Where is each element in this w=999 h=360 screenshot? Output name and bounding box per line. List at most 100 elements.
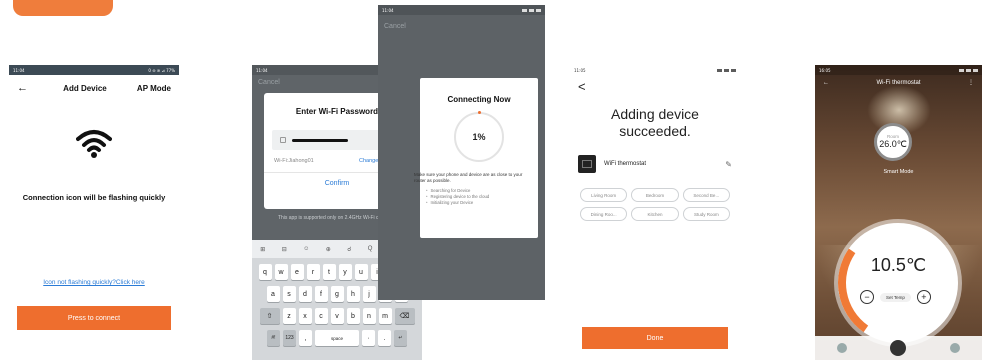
set-temp-label: Set Temp: [880, 292, 911, 302]
device-name: WiFi thermostat: [604, 161, 647, 167]
screenshot-canvas: 11:04 0 ⊖ ≋ ⊿ 77% ← Add Device AP Mode C…: [0, 0, 999, 360]
connecting-steps: Searching for Device Registering device …: [426, 188, 538, 206]
key[interactable]: a: [266, 286, 280, 302]
key[interactable]: n: [362, 308, 376, 324]
page-title: Add Device: [63, 83, 107, 93]
phone-connecting: 11:04 Cancel Connecting Now 1% Make sure…: [378, 5, 545, 300]
back-arrow-icon[interactable]: ←: [823, 80, 829, 86]
back-chevron-icon[interactable]: <: [570, 75, 740, 97]
enter-key[interactable]: ↵: [394, 330, 407, 346]
key[interactable]: d: [298, 286, 312, 302]
room-chip[interactable]: Living Room: [580, 188, 628, 202]
grid-icon[interactable]: [890, 340, 907, 356]
key[interactable]: g: [330, 286, 344, 302]
set-temperature: 10.5℃: [870, 255, 927, 275]
room-temperature-badge: Room 26.0℃: [874, 123, 912, 161]
status-icons: [959, 68, 978, 72]
phone-thermostat: 16:05 ← Wi-Fi thermostat ⋮ Room 26.0℃ Sm…: [815, 65, 982, 360]
success-title-line: Adding device: [611, 106, 699, 122]
step-item: Initializing your Device: [426, 200, 538, 206]
room-chip[interactable]: Dining Roo...: [580, 207, 628, 221]
edit-pencil-icon[interactable]: ✎: [725, 160, 732, 169]
more-menu-icon[interactable]: ⋮: [968, 79, 974, 86]
key[interactable]: r: [306, 264, 320, 280]
key[interactable]: h: [346, 286, 360, 302]
phone-add-device: 11:04 0 ⊖ ≋ ⊿ 77% ← Add Device AP Mode C…: [9, 65, 179, 360]
keyboard-row: ⇧ z x c v b n m ⌫: [252, 308, 422, 324]
shift-key[interactable]: ⇧: [259, 308, 280, 324]
room-grid: Living Room Bedroom Second Be... Dining …: [580, 188, 730, 221]
increase-button[interactable]: +: [916, 290, 931, 304]
key[interactable]: f: [314, 286, 328, 302]
thermostat-icon: [578, 155, 596, 173]
device-row: WiFi thermostat ✎: [578, 152, 732, 176]
status-icons: [717, 68, 736, 72]
status-time: 16:05: [819, 67, 831, 73]
key[interactable]: w: [274, 264, 288, 280]
connecting-card: Connecting Now 1% Make sure your phone a…: [414, 78, 538, 238]
key[interactable]: c: [314, 308, 328, 324]
header-tab-decoration: [13, 0, 113, 16]
progress-percent: 1%: [472, 132, 486, 142]
comma-key[interactable]: ,: [299, 330, 312, 346]
lock-icon: [280, 137, 286, 143]
key[interactable]: m: [378, 308, 392, 324]
connection-message: Connection icon will be flashing quickly: [22, 193, 166, 202]
status-time: 11:04: [382, 7, 394, 13]
lock-icon[interactable]: [950, 343, 961, 353]
key[interactable]: y: [338, 264, 352, 280]
key[interactable]: x: [298, 308, 312, 324]
key[interactable]: v: [330, 308, 344, 324]
press-to-connect-button[interactable]: Press to connect: [17, 306, 171, 330]
status-bar: 16:05: [815, 65, 982, 75]
bottom-toolbar: [815, 336, 982, 360]
dot-key[interactable]: ·: [362, 330, 375, 346]
kb-tool-icon[interactable]: ⊕: [326, 246, 331, 253]
status-time: 11:05: [574, 67, 586, 73]
room-chip[interactable]: Kitchen: [631, 207, 679, 221]
key[interactable]: z: [282, 308, 296, 324]
room-chip[interactable]: Study Room: [682, 207, 730, 221]
mode-icon[interactable]: [836, 343, 847, 353]
status-time: 11:04: [256, 67, 268, 73]
success-title-line: succeeded.: [619, 123, 691, 139]
ap-mode-button[interactable]: AP Mode: [137, 84, 171, 93]
done-button[interactable]: Done: [582, 327, 728, 349]
symbols-key[interactable]: #!: [267, 330, 280, 346]
help-link[interactable]: Icon not flashing quickly?Click here: [9, 279, 179, 286]
status-time: 11:04: [13, 67, 25, 73]
kb-tool-icon[interactable]: ☌: [347, 246, 351, 253]
app-bar: ← Add Device AP Mode: [9, 75, 179, 101]
kb-tool-icon[interactable]: ⊞: [260, 246, 265, 253]
room-chip[interactable]: Second Be...: [682, 188, 730, 202]
wifi-icon-wrap: [9, 129, 179, 159]
space-key[interactable]: space: [315, 330, 359, 346]
key[interactable]: u: [354, 264, 368, 280]
phone-device-added: 11:05 < Adding device succeeded. WiFi th…: [570, 65, 740, 360]
backspace-key[interactable]: ⌫: [394, 308, 415, 324]
progress-indicator: [478, 111, 481, 114]
key[interactable]: j: [362, 286, 376, 302]
key[interactable]: t: [322, 264, 336, 280]
key[interactable]: b: [346, 308, 360, 324]
numbers-key[interactable]: 123: [283, 330, 296, 346]
key[interactable]: s: [282, 286, 296, 302]
room-chip[interactable]: Bedroom: [631, 188, 679, 202]
kb-tool-icon[interactable]: ⊟: [282, 246, 287, 253]
room-temperature: 26.0℃: [879, 139, 907, 149]
key[interactable]: e: [290, 264, 304, 280]
status-bar: 11:05: [570, 65, 740, 75]
success-title: Adding device succeeded.: [570, 106, 740, 140]
period-key[interactable]: .: [378, 330, 391, 346]
decrease-button[interactable]: −: [860, 290, 874, 304]
key[interactable]: q: [258, 264, 272, 280]
kb-tool-icon[interactable]: ☺: [303, 246, 309, 252]
wifi-icon: [76, 130, 112, 158]
status-icons: 0 ⊖ ≋ ⊿ 77%: [148, 67, 175, 73]
ssid-label: Wi-Fi:Jiahong01: [274, 158, 314, 164]
cancel-button[interactable]: Cancel: [378, 15, 545, 34]
back-arrow-icon[interactable]: ←: [17, 82, 33, 94]
kb-tool-icon[interactable]: Q: [368, 246, 373, 252]
mode-label: Smart Mode: [883, 169, 914, 175]
status-bar: 11:04 0 ⊖ ≋ ⊿ 77%: [9, 65, 179, 75]
